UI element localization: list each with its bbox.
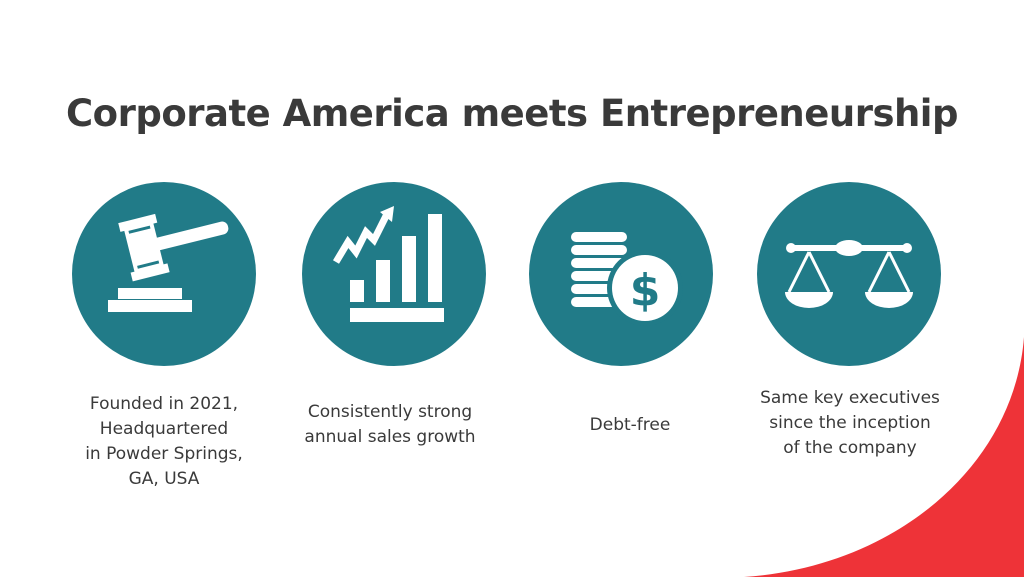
coins-dollar-icon: $ <box>571 232 683 326</box>
feature-circle-debt-free: $ <box>529 182 713 366</box>
page-title: Corporate America meets Entrepreneurship <box>66 92 958 135</box>
caption-line: Consistently strong <box>307 402 473 422</box>
caption-line: in Powder Springs, <box>85 444 243 464</box>
caption-line: Headquartered <box>99 419 229 439</box>
caption-founded: Founded in 2021, Headquartered in Powder… <box>54 392 274 492</box>
caption-line: Debt-free <box>589 415 671 435</box>
slide: Corporate America meets Entrepreneurship <box>0 0 1024 577</box>
balance-scale-icon <box>785 240 913 308</box>
svg-text:$: $ <box>630 265 661 316</box>
caption-line: annual sales growth <box>304 427 476 447</box>
caption-line: Founded in 2021, <box>89 394 239 414</box>
caption-growth: Consistently strong annual sales growth <box>280 400 500 450</box>
growth-chart-icon <box>332 206 444 322</box>
feature-circle-executives <box>757 182 941 366</box>
feature-circle-founded <box>72 182 256 366</box>
gavel-icon <box>108 213 229 312</box>
caption-line: GA, USA <box>128 469 200 489</box>
caption-line: since the inception <box>769 413 931 433</box>
caption-debt-free: Debt-free <box>520 413 740 438</box>
feature-circle-growth <box>302 182 486 366</box>
caption-executives: Same key executives since the inception … <box>740 386 960 461</box>
caption-line: Same key executives <box>760 388 940 408</box>
caption-line: of the company <box>783 438 917 458</box>
